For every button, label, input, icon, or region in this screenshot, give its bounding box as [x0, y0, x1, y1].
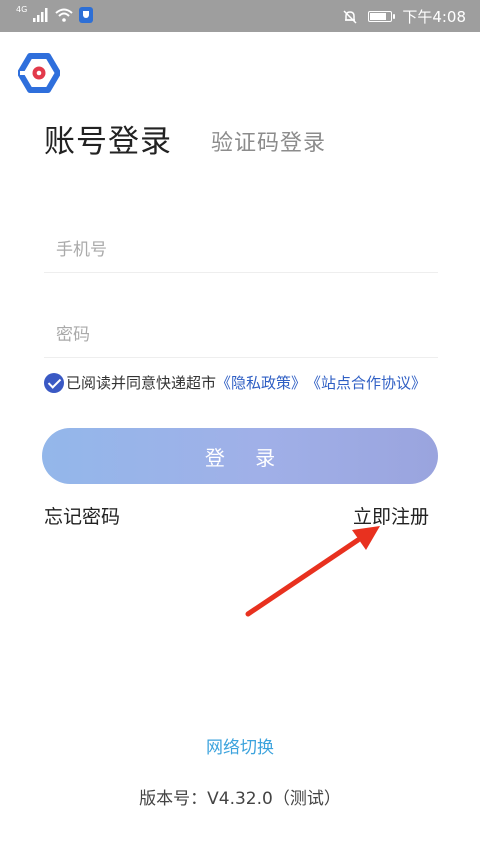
privacy-policy-link[interactable]: 《隐私政策》 [216, 372, 306, 393]
wifi-icon [55, 8, 73, 22]
mute-bell-icon [343, 9, 357, 24]
agreement-row: 已阅读并同意快递超市 《隐私政策》 《站点合作协议》 [44, 372, 426, 393]
app-logo [18, 53, 60, 93]
password-input[interactable] [44, 313, 438, 357]
agreement-checkbox[interactable] [44, 372, 64, 393]
tab-code-login[interactable]: 验证码登录 [211, 125, 326, 157]
status-right: 下午4:08 [342, 6, 466, 27]
phone-field [44, 228, 438, 273]
signal-icon [33, 8, 48, 22]
login-button[interactable]: 登 录 [42, 428, 438, 484]
shield-app-icon [79, 7, 94, 23]
site-agreement-link[interactable]: 《站点合作协议》 [306, 372, 426, 393]
status-bar: 4G 下午4:08 [0, 0, 480, 32]
red-arrow-annotation [245, 526, 380, 617]
tab-account-login[interactable]: 账号登录 [44, 116, 172, 161]
network-type: 4G [16, 5, 28, 14]
network-switch-link[interactable]: 网络切换 [0, 733, 480, 758]
phone-input[interactable] [44, 228, 438, 272]
password-field [44, 313, 438, 358]
battery-icon [368, 11, 396, 22]
status-left: 4G [16, 5, 94, 23]
version-text: 版本号：V4.32.0（测试） [139, 789, 341, 809]
agreement-text: 已阅读并同意快递超市 [66, 374, 217, 392]
forgot-password-link[interactable]: 忘记密码 [44, 502, 120, 529]
status-time: 下午4:08 [402, 8, 466, 26]
